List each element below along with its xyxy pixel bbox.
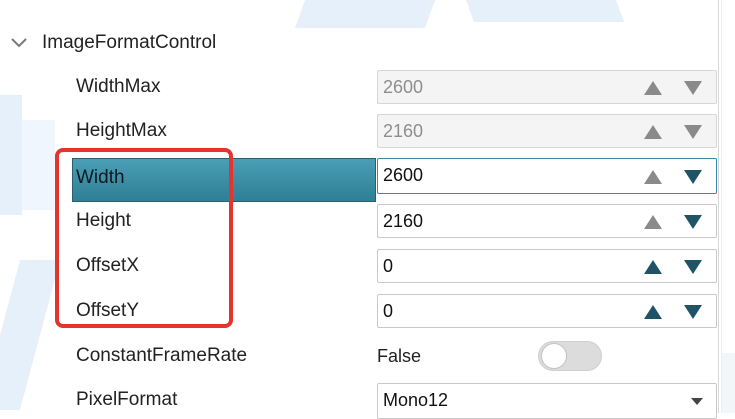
property-row-offsetx[interactable]: OffsetX 0: [72, 249, 718, 283]
property-label: OffsetY: [76, 300, 140, 321]
constantframerate-toggle[interactable]: [538, 341, 602, 371]
triangle-up-icon: [642, 77, 664, 99]
triangle-up-icon[interactable]: [642, 211, 664, 233]
property-value: False: [377, 346, 422, 366]
background-shape: [465, 0, 625, 22]
background-shape: [0, 95, 22, 215]
group-title: ImageFormatControl: [42, 32, 217, 53]
panel-border: [718, 0, 719, 413]
triangle-down-icon[interactable]: [682, 301, 704, 323]
property-value: 0: [383, 301, 394, 321]
triangle-up-icon[interactable]: [642, 301, 664, 323]
triangle-down-icon: [682, 77, 704, 99]
group-header-image-format-control[interactable]: ImageFormatControl: [10, 30, 216, 56]
property-row-offsety[interactable]: OffsetY 0: [72, 294, 718, 328]
property-value: 2160: [383, 121, 424, 141]
triangle-down-icon[interactable]: [682, 256, 704, 278]
property-label: ConstantFrameRate: [76, 345, 248, 366]
property-row-height[interactable]: Height 2160: [72, 204, 718, 238]
background-shape: [15, 120, 55, 210]
toggle-knob: [541, 343, 567, 369]
property-row-heightmax[interactable]: HeightMax 2160: [72, 114, 718, 148]
triangle-up-icon[interactable]: [642, 166, 664, 188]
offsety-field[interactable]: 0: [377, 294, 717, 328]
pixelformat-select[interactable]: Mono12: [377, 383, 717, 419]
property-label: Height: [76, 210, 131, 231]
property-value: 2160: [383, 211, 424, 231]
property-label: WidthMax: [76, 76, 161, 97]
panel-border: [721, 0, 722, 413]
chevron-down-icon[interactable]: [10, 36, 28, 50]
property-value: 2600: [383, 77, 424, 97]
property-row-pixelformat[interactable]: PixelFormat Mono12: [72, 383, 718, 419]
background-shape: [0, 260, 61, 410]
property-label: HeightMax: [76, 120, 167, 141]
triangle-down-icon[interactable]: [682, 211, 704, 233]
property-label: PixelFormat: [76, 389, 178, 410]
width-field[interactable]: 2600: [377, 158, 717, 194]
property-row-constantframerate[interactable]: ConstantFrameRate False: [72, 339, 718, 373]
offsetx-field[interactable]: 0: [377, 249, 717, 283]
property-value: Mono12: [383, 390, 449, 410]
widthmax-field: 2600: [377, 70, 717, 104]
scroll-area: [722, 353, 735, 413]
triangle-down-icon[interactable]: [682, 166, 704, 188]
property-value: 0: [383, 256, 394, 276]
property-value: 2600: [383, 165, 424, 185]
heightmax-field: 2160: [377, 114, 717, 148]
background-shape: [294, 0, 436, 28]
property-row-width[interactable]: Width 2600: [72, 156, 718, 202]
property-row-widthmax[interactable]: WidthMax 2600: [72, 70, 718, 104]
triangle-down-icon: [682, 121, 704, 143]
property-label: OffsetX: [76, 255, 140, 276]
triangle-up-icon[interactable]: [642, 256, 664, 278]
triangle-up-icon: [642, 121, 664, 143]
property-label: Width: [76, 167, 125, 188]
caret-down-icon[interactable]: [690, 397, 704, 406]
height-field[interactable]: 2160: [377, 204, 717, 238]
